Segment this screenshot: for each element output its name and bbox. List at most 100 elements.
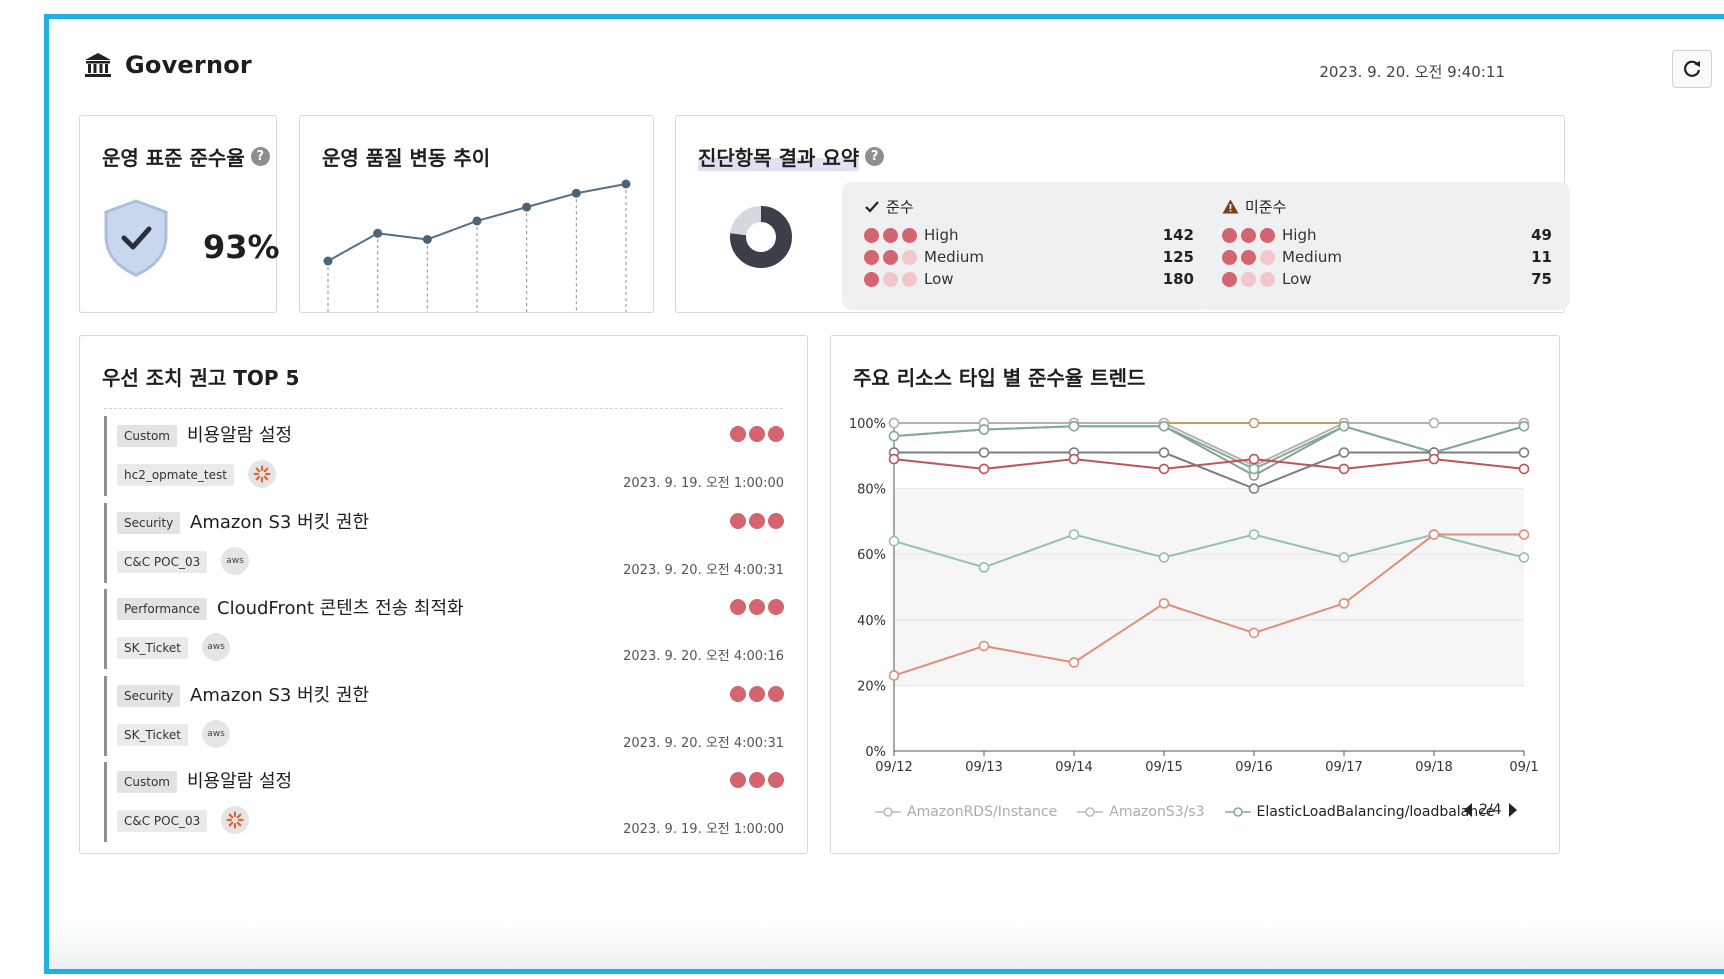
- severity-dot: [1241, 227, 1256, 243]
- series-point[interactable]: [1338, 598, 1350, 609]
- legend-item[interactable]: AmazonRDS/Instance: [875, 804, 1057, 820]
- legend-label: ElasticLoadBalancing/loadbalance: [1256, 804, 1495, 820]
- series-point[interactable]: [1248, 453, 1260, 465]
- series-point[interactable]: [978, 463, 990, 475]
- series-point[interactable]: [978, 447, 990, 458]
- recommendation-time: 2023. 9. 19. 오전 1:00:00: [623, 822, 784, 837]
- series-point[interactable]: [1068, 529, 1080, 540]
- compliance-rate-label: 운영 표준 준수율: [102, 146, 245, 170]
- severity-label: High: [1282, 226, 1317, 244]
- series-point[interactable]: [1248, 463, 1260, 475]
- series-point[interactable]: [1068, 657, 1080, 668]
- recommendation-item[interactable]: Security Amazon S3 버킷 권한 SK_Ticket aws 2023.…: [104, 675, 784, 756]
- series-point[interactable]: [1248, 529, 1260, 540]
- recommendation-item[interactable]: Custom 비용알람 설정 C&C POC_03 2023. 9. 19. 오전 1…: [104, 762, 784, 842]
- recommendation-item[interactable]: Performance CloudFront 콘텐츠 전송 최적화 SK_Ticke…: [104, 589, 784, 669]
- bottom-shadow: [49, 923, 1724, 969]
- series-point[interactable]: [1068, 420, 1080, 432]
- severity-dots: [1222, 227, 1282, 243]
- help-icon[interactable]: ?: [865, 147, 885, 166]
- series-point[interactable]: [978, 562, 990, 573]
- series-point[interactable]: [1428, 417, 1440, 429]
- recommendation-item[interactable]: Security Amazon S3 버킷 권한 C&C POC_03 aws 2023…: [104, 502, 784, 583]
- series-point[interactable]: [1338, 552, 1350, 563]
- aws-icon: aws: [202, 719, 230, 748]
- series-point[interactable]: [1518, 529, 1530, 540]
- noncompliant-row-high: High 49: [1222, 224, 1552, 246]
- category-tag: Security: [117, 684, 181, 707]
- severity-dot: [768, 599, 784, 615]
- compliant-row-low: Low 180: [864, 268, 1194, 290]
- legend-page-indicator: 2/4: [1479, 802, 1502, 818]
- chevron-right-icon[interactable]: [1508, 803, 1518, 817]
- series-point[interactable]: [1338, 447, 1350, 458]
- refresh-button[interactable]: [1672, 50, 1712, 88]
- legend-item[interactable]: ElasticLoadBalancing/loadbalance: [1224, 804, 1495, 820]
- series-point[interactable]: [1068, 453, 1080, 465]
- series-point[interactable]: [1338, 420, 1350, 432]
- recommendation-time: 2023. 9. 20. 오전 4:00:31: [623, 735, 784, 751]
- x-tick-label: 09/15: [1145, 760, 1182, 775]
- x-tick-label: 09/13: [965, 760, 1002, 775]
- series-point[interactable]: [1248, 417, 1260, 429]
- series-point[interactable]: [888, 430, 900, 442]
- x-tick-label: 09/17: [1325, 760, 1362, 775]
- account-tag: SK_Ticket: [117, 637, 188, 659]
- severity-dots: [1222, 271, 1282, 287]
- severity-dot: [730, 512, 746, 529]
- series-point[interactable]: [1338, 463, 1350, 475]
- series-point[interactable]: [1518, 447, 1530, 458]
- series-point[interactable]: [1248, 627, 1260, 639]
- series-line: [893, 425, 1525, 471]
- series-point[interactable]: [888, 453, 900, 465]
- series-point[interactable]: [978, 424, 990, 435]
- chart-band: [894, 488, 1524, 686]
- x-tick-label: 09/16: [1235, 760, 1272, 775]
- warning-icon: [1222, 199, 1239, 214]
- sparkline-point: [522, 202, 532, 212]
- recommendation-title[interactable]: Amazon S3 버킷 권한: [190, 508, 369, 534]
- recommendation-item[interactable]: Custom 비용알람 설정 hc2_opmate_test 2023. 9. 19.…: [104, 416, 784, 496]
- series-point[interactable]: [1158, 463, 1170, 475]
- recommendation-title[interactable]: Amazon S3 버킷 권한: [190, 681, 369, 707]
- severity-dots: [864, 249, 924, 265]
- series-point[interactable]: [1428, 453, 1440, 465]
- account-tag: C&C POC_03: [117, 550, 208, 573]
- x-tick-label: 09/14: [1055, 760, 1092, 775]
- recommendation-title[interactable]: 비용알람 설정: [187, 421, 292, 447]
- series-point[interactable]: [1158, 598, 1170, 609]
- resource-trend-card: 주요 리소스 타입 별 준수율 트렌드 0% 20% 40% 60% 80% 100% 09…: [830, 335, 1560, 854]
- series-point[interactable]: [1158, 447, 1170, 458]
- series-point[interactable]: [1158, 552, 1170, 563]
- series-point[interactable]: [1428, 529, 1440, 540]
- sparkline-point: [571, 188, 581, 198]
- category-tag: Security: [117, 511, 181, 534]
- series-point[interactable]: [1518, 463, 1530, 475]
- severity-count: 125: [1162, 248, 1194, 266]
- series-point[interactable]: [888, 417, 900, 429]
- account-tag: hc2_opmate_test: [117, 464, 234, 486]
- top5-recommendations-card: 우선 조치 권고 TOP 5 Custom 비용알람 설정 hc2_opmate_t…: [79, 335, 808, 854]
- refresh-icon: [1684, 60, 1701, 77]
- compliant-row-medium: Medium 125: [864, 246, 1194, 268]
- recommendation-title[interactable]: CloudFront 콘텐츠 전송 최적화: [217, 594, 464, 620]
- series-point[interactable]: [888, 670, 900, 681]
- sparkline-point: [323, 256, 333, 266]
- series-point[interactable]: [1158, 420, 1170, 432]
- help-icon[interactable]: ?: [250, 147, 270, 166]
- severity-dot: [902, 271, 917, 287]
- severity-dot: [864, 227, 879, 243]
- series-point[interactable]: [888, 535, 900, 547]
- legend-item[interactable]: AmazonS3/s3: [1077, 804, 1205, 820]
- legend-label: AmazonRDS/Instance: [907, 804, 1058, 820]
- recommendation-title[interactable]: 비용알람 설정: [187, 767, 292, 793]
- account-tag: C&C POC_03: [117, 810, 208, 832]
- series-point[interactable]: [1248, 483, 1260, 494]
- severity-dot: [730, 599, 746, 615]
- series-point[interactable]: [978, 640, 990, 652]
- severity-count: 142: [1162, 226, 1194, 244]
- series-point[interactable]: [1518, 552, 1530, 563]
- series-point[interactable]: [1518, 420, 1530, 432]
- chevron-left-icon[interactable]: [1463, 803, 1473, 817]
- account-tag: SK_Ticket: [117, 723, 188, 746]
